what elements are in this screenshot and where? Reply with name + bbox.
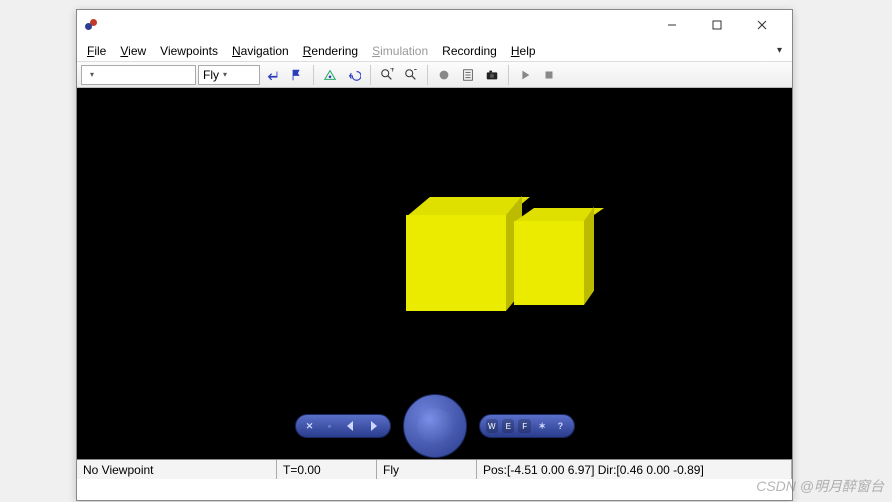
navpad-right-pill: W E F ✶ ?	[479, 414, 575, 438]
svg-text:-: -	[414, 68, 418, 75]
menu-overflow-icon[interactable]: ▾	[777, 45, 782, 56]
document-icon[interactable]	[457, 64, 479, 86]
menu-help[interactable]: Help	[511, 44, 536, 58]
navpad-examine-button[interactable]: E	[502, 419, 514, 433]
menu-file[interactable]: FFileile	[87, 44, 106, 58]
navpad-left-icon[interactable]	[342, 417, 360, 435]
zoom-out-icon[interactable]: -	[400, 64, 422, 86]
menu-view[interactable]: View	[120, 44, 146, 58]
statusbar: No Viewpoint T=0.00 Fly Pos:[-4.51 0.00 …	[77, 459, 792, 479]
viewpoint-combo[interactable]: ▾	[81, 65, 196, 85]
navpad-close-icon[interactable]: ✕	[302, 418, 318, 434]
play-icon[interactable]	[514, 64, 536, 86]
seek-icon[interactable]	[319, 64, 341, 86]
return-arrow-icon[interactable]	[262, 64, 284, 86]
menu-navigation[interactable]: Navigation	[232, 44, 289, 58]
navpad-walk-button[interactable]: W	[486, 419, 498, 433]
svg-text:+: +	[390, 68, 394, 75]
camera-icon[interactable]	[481, 64, 503, 86]
status-position: Pos:[-4.51 0.00 6.97] Dir:[0.46 0.00 -0.…	[477, 460, 792, 479]
status-mode: Fly	[377, 460, 477, 479]
menu-viewpoints[interactable]: Viewpoints	[160, 44, 218, 58]
maximize-button[interactable]	[694, 10, 739, 40]
minimize-button[interactable]	[649, 10, 694, 40]
navpad-options-icon[interactable]: ✶	[535, 418, 549, 434]
flag-icon[interactable]	[286, 64, 308, 86]
nav-mode-combo[interactable]: Fly▾	[198, 65, 260, 85]
navpad-right-icon[interactable]	[364, 417, 382, 435]
undo-view-icon[interactable]	[343, 64, 365, 86]
navigation-pad: ✕ ◦ W E F ✶ ?	[295, 399, 575, 453]
navpad-fly-button[interactable]: F	[518, 419, 530, 433]
navpad-knob[interactable]	[403, 394, 467, 458]
zoom-in-icon[interactable]: +	[376, 64, 398, 86]
status-time: T=0.00	[277, 460, 377, 479]
stop-icon[interactable]	[538, 64, 560, 86]
navpad-help-icon[interactable]: ?	[553, 418, 567, 434]
record-icon[interactable]	[433, 64, 455, 86]
toolbar: ▾ Fly▾ + -	[77, 62, 792, 88]
menu-rendering[interactable]: Rendering	[303, 44, 358, 58]
navpad-collapse-icon[interactable]: ◦	[322, 418, 338, 434]
app-window: FFileile View Viewpoints Navigation Rend…	[76, 9, 793, 501]
menubar: FFileile View Viewpoints Navigation Rend…	[77, 40, 792, 62]
close-button[interactable]	[739, 10, 784, 40]
viewport-3d[interactable]: ✕ ◦ W E F ✶ ?	[77, 88, 792, 459]
menu-recording[interactable]: Recording	[442, 44, 497, 58]
titlebar	[77, 10, 792, 40]
status-viewpoint: No Viewpoint	[77, 460, 277, 479]
menu-simulation[interactable]: Simulation	[372, 44, 428, 58]
navpad-left-pill: ✕ ◦	[295, 414, 391, 438]
app-icon	[85, 17, 101, 33]
